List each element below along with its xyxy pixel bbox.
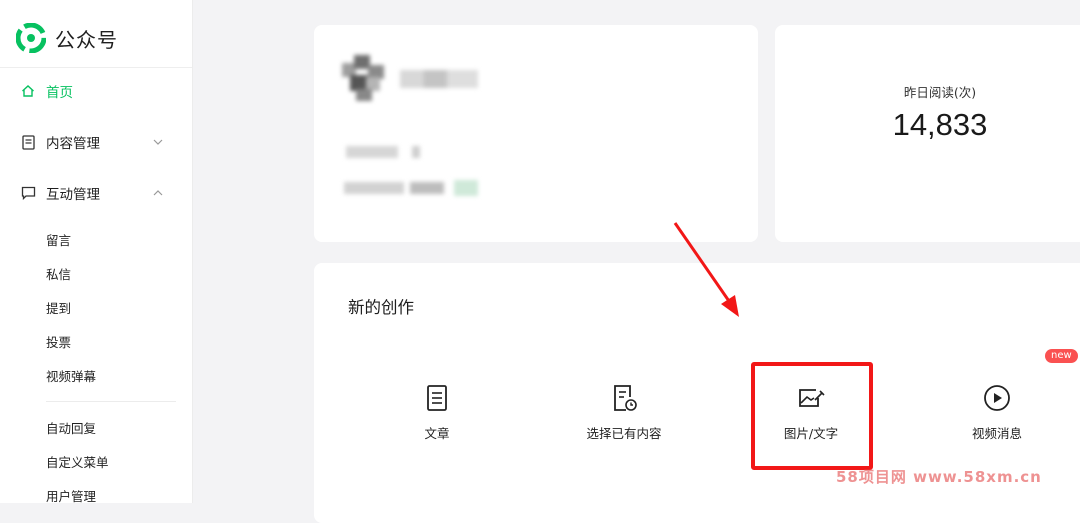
chevron-down-icon[interactable] [152, 136, 164, 148]
sidebar-item-comments[interactable]: 留言 [46, 230, 71, 249]
play-circle-icon [984, 385, 1010, 411]
option-label: 文章 [424, 426, 450, 441]
app-title: 公众号 [55, 27, 118, 52]
select-existing-content-button[interactable]: 选择已有内容 [549, 383, 699, 442]
article-icon [427, 385, 447, 411]
sidebar-item-user-management[interactable]: 用户管理 [46, 486, 96, 505]
chevron-up-icon[interactable] [152, 187, 164, 199]
nav-item-home[interactable]: 首页 [20, 80, 172, 102]
document-clock-icon [614, 385, 637, 411]
sidebar-item-messages[interactable]: 私信 [46, 264, 71, 283]
divider [0, 67, 192, 68]
new-badge: new [1045, 349, 1078, 363]
chat-bubble-icon [20, 185, 36, 201]
sidebar-item-custom-menu[interactable]: 自定义菜单 [46, 452, 109, 471]
nav-label: 互动管理 [46, 187, 100, 203]
option-label: 视频消息 [971, 426, 1022, 441]
account-info-line [346, 146, 398, 158]
home-icon [20, 83, 36, 99]
nav-item-content-management[interactable]: 内容管理 [20, 131, 172, 153]
account-status-badge [454, 180, 478, 196]
sidebar: 公众号 首页 内容管理 互动管理 留言 私信 提到 投票 视频弹幕 自动回复 自… [0, 0, 193, 505]
account-info-line [412, 146, 420, 158]
sidebar-item-votes[interactable]: 投票 [46, 332, 71, 351]
create-article-button[interactable]: 文章 [362, 383, 512, 442]
annotation-highlight-box [751, 362, 873, 470]
account-profile-card [314, 25, 758, 242]
nav-item-interaction-management[interactable]: 互动管理 [20, 182, 172, 204]
yesterday-reads-card: 昨日阅读(次) 14,833 [775, 25, 1080, 242]
sidebar-item-mentions[interactable]: 提到 [46, 298, 71, 317]
nav-label: 首页 [46, 85, 73, 101]
account-info-line [410, 182, 444, 194]
stat-value: 14,833 [892, 107, 988, 142]
create-video-message-button[interactable]: 视频消息 [922, 383, 1072, 442]
nav-label: 内容管理 [46, 136, 100, 152]
account-info-line [344, 182, 404, 194]
option-label: 选择已有内容 [586, 426, 662, 441]
annotation-arrow-icon [673, 222, 739, 317]
account-name [400, 70, 478, 88]
watermark: 58项目网 www.58xm.cn [836, 468, 1042, 486]
sidebar-item-video-danmaku[interactable]: 视频弹幕 [46, 366, 96, 385]
section-title: 新的创作 [348, 298, 414, 317]
stat-label: 昨日阅读(次) [903, 85, 977, 100]
divider [46, 401, 176, 402]
brand[interactable]: 公众号 [16, 22, 118, 54]
wechat-mp-logo-icon [16, 23, 46, 53]
document-icon [20, 134, 36, 150]
sidebar-item-auto-reply[interactable]: 自动回复 [46, 418, 96, 437]
account-avatar [342, 55, 388, 101]
